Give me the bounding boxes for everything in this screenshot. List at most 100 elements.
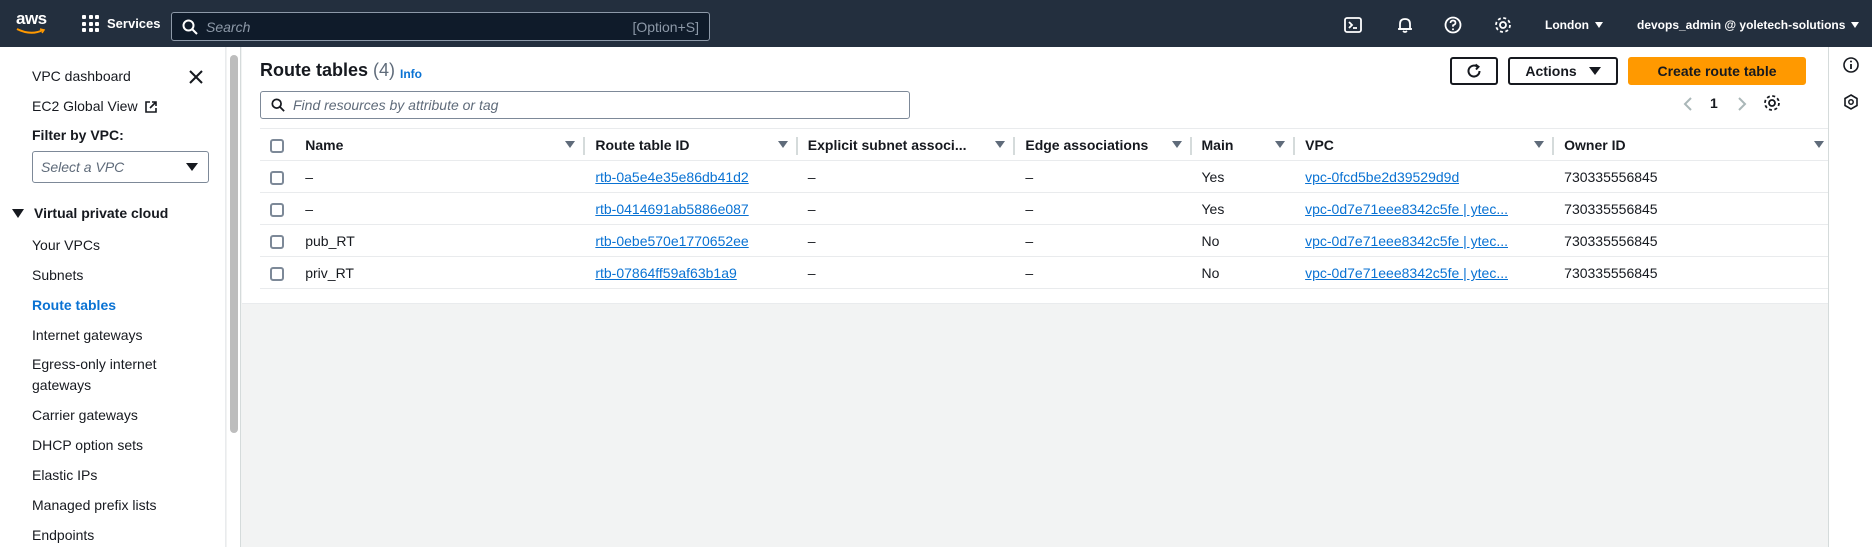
table-row[interactable]: – rtb-0414691ab5886e087 – – Yes vpc-0d7e… (260, 192, 1834, 225)
aws-logo-text: aws (16, 9, 47, 28)
sort-icon[interactable] (565, 141, 576, 148)
column-label: Explicit subnet associ... (807, 136, 967, 153)
vpc-link[interactable]: vpc-0d7e71eee8342c5fe | ytec... (1305, 265, 1508, 281)
sidebar-item-internet-gateways[interactable]: Internet gateways (32, 325, 143, 346)
column-label: VPC (1305, 136, 1334, 153)
column-label: Main (1201, 136, 1234, 153)
sidebar-item-subnets[interactable]: Subnets (32, 265, 83, 286)
aws-logo[interactable]: aws (16, 10, 50, 36)
info-link[interactable]: Info (400, 67, 422, 81)
sidebar: VPC dashboard EC2 Global View Filter by … (0, 47, 226, 547)
vpc-link[interactable]: vpc-0d7e71eee8342c5fe | ytec... (1305, 233, 1508, 249)
account-menu[interactable]: devops_admin @ yoletech-solutions (1637, 18, 1860, 32)
cell-route-table-id: rtb-0ebe570e1770652ee (585, 224, 798, 257)
table-row[interactable]: pub_RT rtb-0ebe570e1770652ee – – No vpc-… (260, 224, 1834, 257)
sidebar-item-elastic-ips[interactable]: Elastic IPs (32, 465, 97, 486)
info-icon[interactable] (1843, 57, 1859, 73)
cell-vpc: vpc-0d7e71eee8342c5fe | ytec... (1295, 224, 1555, 257)
row-checkbox[interactable] (270, 234, 284, 249)
column-label: Owner ID (1564, 136, 1626, 153)
cloudshell-icon[interactable] (1344, 16, 1362, 34)
sort-icon[interactable] (1814, 141, 1824, 148)
sidebar-item-egress-only-gateways[interactable]: Egress-only internet gateways (32, 354, 182, 396)
sidebar-item-route-tables[interactable]: Route tables (32, 295, 116, 316)
section-virtual-private-cloud[interactable]: Virtual private cloud (12, 205, 168, 221)
vpc-link[interactable]: vpc-0fcd5be2d39529d9d (1305, 169, 1459, 185)
title-count: (4) (373, 60, 396, 80)
vpc-link[interactable]: vpc-0d7e71eee8342c5fe | ytec... (1305, 201, 1508, 217)
route-table-id-link[interactable]: rtb-0ebe570e1770652ee (595, 233, 748, 249)
select-all-checkbox[interactable] (270, 138, 284, 153)
cell-main: Yes (1191, 192, 1296, 225)
cell-explicit-subnet: – (797, 192, 1016, 225)
services-menu[interactable]: Services (82, 15, 161, 32)
select-cell (260, 224, 296, 257)
section-label: Virtual private cloud (34, 205, 169, 221)
filter-placeholder: Find resources by attribute or tag (293, 97, 499, 113)
cell-explicit-subnet: – (797, 224, 1016, 257)
page-number[interactable]: 1 (1710, 95, 1718, 111)
row-checkbox[interactable] (270, 170, 284, 185)
cell-main: Yes (1191, 160, 1296, 193)
cell-owner-id: 730335556845 (1554, 192, 1834, 225)
column-header-vpc[interactable]: VPC (1295, 128, 1555, 161)
table-preferences-gear-icon[interactable] (1763, 94, 1781, 112)
table-row[interactable]: priv_RT rtb-07864ff59af63b1a9 – – No vpc… (260, 256, 1834, 289)
sort-icon[interactable] (777, 141, 788, 148)
hexagon-icon[interactable] (1843, 94, 1859, 110)
cell-route-table-id: rtb-0a5e4e35e86db41d2 (585, 160, 798, 193)
scrollbar-thumb[interactable] (230, 55, 238, 433)
refresh-button[interactable] (1450, 57, 1498, 85)
close-icon[interactable] (188, 69, 204, 85)
create-route-table-button[interactable]: Create route table (1628, 57, 1806, 85)
filter-by-vpc-label: Filter by VPC: (32, 127, 124, 143)
sidebar-scrollbar[interactable] (227, 47, 241, 547)
sidebar-item-ec2-global-view[interactable]: EC2 Global View (32, 96, 158, 117)
sidebar-item-dhcp-option-sets[interactable]: DHCP option sets (32, 435, 143, 456)
sort-icon[interactable] (1275, 141, 1286, 148)
cell-name: pub_RT (295, 224, 586, 257)
column-header-owner-id[interactable]: Owner ID (1554, 128, 1834, 161)
column-header-route-table-id[interactable]: Route table ID (585, 128, 798, 161)
actions-label: Actions (1525, 63, 1577, 79)
bell-icon[interactable] (1396, 16, 1414, 34)
sidebar-item-carrier-gateways[interactable]: Carrier gateways (32, 405, 138, 426)
actions-button[interactable]: Actions (1508, 57, 1618, 85)
route-tables-table: Name Route table ID Explicit subnet asso… (260, 128, 1834, 289)
global-search[interactable]: Search [Option+S] (171, 12, 710, 41)
caret-down-icon (12, 208, 24, 218)
region-label: London (1545, 18, 1589, 32)
cell-main: No (1191, 256, 1296, 289)
sidebar-item-managed-prefix-lists[interactable]: Managed prefix lists (32, 495, 157, 516)
column-header-name[interactable]: Name (295, 128, 586, 161)
column-label: Edge associations (1025, 136, 1149, 153)
route-table-id-link[interactable]: rtb-0414691ab5886e087 (595, 201, 748, 217)
cell-explicit-subnet: – (797, 160, 1016, 193)
route-table-id-link[interactable]: rtb-0a5e4e35e86db41d2 (595, 169, 748, 185)
table-filter-input[interactable]: Find resources by attribute or tag (260, 91, 910, 119)
row-checkbox[interactable] (270, 202, 284, 217)
table-row[interactable]: – rtb-0a5e4e35e86db41d2 – – Yes vpc-0fcd… (260, 160, 1834, 193)
route-table-id-link[interactable]: rtb-07864ff59af63b1a9 (595, 265, 736, 281)
sidebar-item-your-vpcs[interactable]: Your VPCs (32, 235, 100, 256)
sidebar-item-vpc-dashboard[interactable]: VPC dashboard (32, 66, 131, 87)
region-selector[interactable]: London (1545, 18, 1603, 32)
vpc-filter-select[interactable]: Select a VPC (32, 151, 209, 183)
column-label: Route table ID (595, 136, 690, 153)
page-title: Route tables (4) (260, 60, 395, 81)
help-icon[interactable] (1444, 16, 1462, 34)
cell-owner-id: 730335556845 (1554, 160, 1834, 193)
previous-page-icon[interactable] (1682, 96, 1694, 112)
sidebar-item-endpoints[interactable]: Endpoints (32, 525, 94, 546)
column-header-explicit-subnet[interactable]: Explicit subnet associ... (797, 128, 1016, 161)
select-cell (260, 160, 296, 193)
row-checkbox[interactable] (270, 266, 284, 281)
next-page-icon[interactable] (1736, 96, 1748, 112)
column-header-edge-associations[interactable]: Edge associations (1015, 128, 1192, 161)
sort-icon[interactable] (1171, 141, 1182, 148)
account-label: devops_admin @ yoletech-solutions (1637, 18, 1846, 32)
sort-icon[interactable] (995, 141, 1006, 148)
column-header-main[interactable]: Main (1191, 128, 1296, 161)
gear-icon[interactable] (1494, 16, 1512, 34)
sort-icon[interactable] (1534, 141, 1545, 148)
